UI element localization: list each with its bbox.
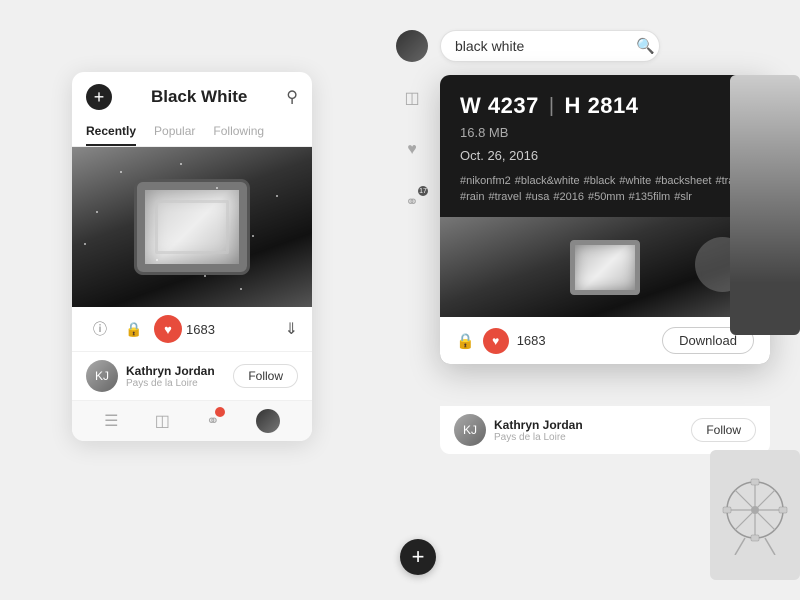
home-icon[interactable]: ☰: [104, 411, 118, 431]
tag-white[interactable]: #white: [619, 175, 651, 187]
card-user-name: Kathryn Jordan: [494, 418, 691, 432]
tab-bar: Recently Popular Following: [72, 118, 312, 147]
card-avatar: KJ: [454, 414, 486, 446]
card-user-row: KJ Kathryn Jordan Pays de la Loire Follo…: [440, 405, 770, 454]
follow-button[interactable]: Follow: [233, 364, 298, 388]
add-button[interactable]: +: [86, 84, 112, 110]
search-submit-icon[interactable]: 🔍: [636, 37, 655, 55]
filesize: 16.8 MB: [460, 125, 750, 140]
sidebar-chat-icon[interactable]: ◫: [396, 82, 428, 114]
card-user-info: Kathryn Jordan Pays de la Loire: [494, 418, 691, 443]
search-input[interactable]: [455, 38, 636, 54]
tag-50mm[interactable]: #50mm: [588, 191, 625, 203]
height-label: H: [565, 93, 581, 119]
search-area: 🔍: [440, 30, 800, 62]
info-button[interactable]: ⓘ: [86, 315, 114, 343]
card-embedded-photo: [440, 217, 770, 317]
fab-button[interactable]: +: [400, 539, 436, 575]
like-count: 1683: [186, 322, 215, 337]
main-photo: [72, 147, 312, 307]
tag-135film[interactable]: #135film: [629, 191, 671, 203]
tag-2016[interactable]: #2016: [553, 191, 584, 203]
chat-icon[interactable]: ◫: [155, 411, 170, 431]
tab-popular[interactable]: Popular: [154, 118, 195, 146]
card-train-window: [570, 240, 640, 295]
card-left-actions: 🔒 ♥ 1683: [456, 328, 546, 354]
info-card-details: W 4237 | H 2814 16.8 MB Oct. 26, 2016 #n…: [440, 75, 770, 217]
bottom-navigation: ☰ ◫ ⚭: [72, 400, 312, 441]
height-value: 2814: [588, 93, 639, 119]
like-button[interactable]: ♥: [154, 315, 182, 343]
tab-following[interactable]: Following: [213, 118, 264, 146]
sidebar-heart-icon[interactable]: ♥: [396, 134, 428, 166]
notification-badge: [215, 407, 225, 417]
card-action-bar: 🔒 ♥ 1683 Download: [440, 317, 770, 364]
user-location: Pays de la Loire: [126, 378, 233, 389]
ferris-wheel-icon: [715, 475, 795, 555]
tag-backsheet[interactable]: #backsheet: [655, 175, 711, 187]
sidebar-avatar[interactable]: [396, 30, 428, 62]
download-button[interactable]: ⇓: [285, 319, 298, 339]
train-window-image: [137, 182, 247, 272]
tag-travel[interactable]: #travel: [488, 191, 521, 203]
comment-icon[interactable]: ⚭: [206, 411, 219, 431]
dimensions-row: W 4237 | H 2814: [460, 93, 750, 119]
separator: |: [549, 95, 555, 118]
profile-avatar[interactable]: [256, 409, 280, 433]
photos-area: W 4237 | H 2814 16.8 MB Oct. 26, 2016 #n…: [440, 75, 800, 600]
user-info: Kathryn Jordan Pays de la Loire: [126, 364, 233, 389]
sidebar: ◫ ♥ ⚭ 17: [390, 20, 434, 218]
tab-recently[interactable]: Recently: [86, 118, 136, 146]
tag-usa[interactable]: #usa: [526, 191, 550, 203]
width-label: W: [460, 93, 481, 119]
width-value: 4237: [488, 93, 539, 119]
search-icon[interactable]: ⚲: [286, 87, 298, 107]
user-row: KJ Kathryn Jordan Pays de la Loire Follo…: [72, 352, 312, 400]
phone-header: + Black White ⚲: [72, 72, 312, 118]
sidebar-comment-icon[interactable]: ⚭ 17: [396, 186, 428, 218]
tag-slr[interactable]: #slr: [674, 191, 692, 203]
tag-black[interactable]: #black: [584, 175, 616, 187]
lock-button[interactable]: 🔒: [120, 315, 148, 343]
right-thumbnail[interactable]: [730, 75, 800, 335]
card-follow-button[interactable]: Follow: [691, 418, 756, 442]
card-like-button[interactable]: ♥: [483, 328, 509, 354]
photo-actions-bar: ⓘ 🔒 ♥ 1683 ⇓: [72, 307, 312, 352]
tags-list: #nikonfm2 #black&white #black #white #ba…: [460, 175, 750, 203]
thumbnail-image: [730, 75, 800, 335]
right-panel: ◫ ♥ ⚭ 17 🔍 W 4237 | H 2814 16.8 MB: [390, 20, 800, 600]
card-user-location: Pays de la Loire: [494, 432, 691, 443]
date: Oct. 26, 2016: [460, 148, 750, 163]
card-lock-icon[interactable]: 🔒: [456, 332, 475, 350]
app-title: Black White: [151, 87, 247, 107]
info-card: W 4237 | H 2814 16.8 MB Oct. 26, 2016 #n…: [440, 75, 770, 364]
sidebar-badge: 17: [418, 186, 428, 196]
user-name: Kathryn Jordan: [126, 364, 233, 378]
ferris-wheel-thumbnail[interactable]: [710, 450, 800, 580]
avatar: KJ: [86, 360, 118, 392]
phone-card: + Black White ⚲ Recently Popular Followi…: [72, 72, 312, 441]
card-like-count: 1683: [517, 333, 546, 348]
tag-nikonfm2[interactable]: #nikonfm2: [460, 175, 511, 187]
search-bar: 🔍: [440, 30, 660, 62]
tag-blackwhite[interactable]: #black&white: [515, 175, 580, 187]
tag-rain[interactable]: #rain: [460, 191, 484, 203]
